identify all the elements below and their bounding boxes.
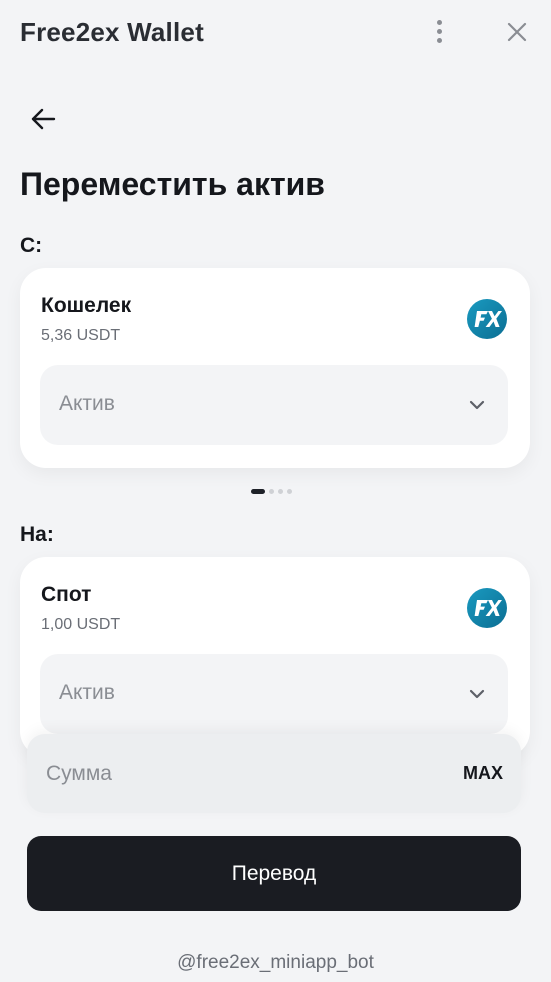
to-account-balance: 1,00 USDT bbox=[41, 616, 121, 633]
pager-dot-active[interactable] bbox=[251, 488, 265, 494]
amount-input[interactable] bbox=[46, 759, 426, 789]
close-icon[interactable] bbox=[503, 18, 531, 46]
to-asset-placeholder: Актив bbox=[59, 681, 115, 704]
page-title: Переместить актив bbox=[20, 166, 325, 202]
chevron-down-icon bbox=[469, 689, 485, 699]
from-account-name: Кошелек bbox=[41, 294, 132, 317]
carousel-pager bbox=[251, 488, 292, 494]
header-bar: Free2ex Wallet bbox=[0, 0, 551, 66]
pager-dot[interactable] bbox=[278, 488, 283, 494]
transfer-button[interactable]: Перевод bbox=[27, 836, 521, 911]
max-button[interactable]: MAX bbox=[463, 763, 503, 784]
from-label: С: bbox=[20, 234, 43, 257]
menu-dot bbox=[436, 19, 442, 25]
from-account-card[interactable]: Кошелек 5,36 USDT Актив bbox=[20, 268, 530, 468]
menu-dot bbox=[436, 37, 442, 43]
free2ex-logo-icon bbox=[467, 299, 507, 339]
from-account-balance: 5,36 USDT bbox=[41, 327, 121, 344]
arrow-left-icon[interactable] bbox=[24, 100, 62, 138]
from-asset-select[interactable]: Актив bbox=[40, 365, 508, 445]
to-asset-select[interactable]: Актив bbox=[40, 654, 508, 734]
app-title: Free2ex Wallet bbox=[20, 17, 204, 47]
transfer-button-label: Перевод bbox=[231, 861, 317, 885]
to-account-card[interactable]: Спот 1,00 USDT Актив bbox=[20, 557, 530, 757]
menu-dot bbox=[436, 28, 442, 34]
pager-dot[interactable] bbox=[287, 488, 292, 494]
more-vertical-icon[interactable] bbox=[426, 16, 452, 46]
amount-field: MAX bbox=[27, 734, 521, 813]
chevron-down-icon bbox=[469, 400, 485, 410]
to-label: На: bbox=[20, 523, 54, 546]
free2ex-logo-icon bbox=[467, 588, 507, 628]
bot-handle: @free2ex_miniapp_bot bbox=[177, 952, 374, 973]
pager-dot[interactable] bbox=[269, 488, 274, 494]
to-account-name: Спот bbox=[41, 583, 92, 606]
from-asset-placeholder: Актив bbox=[59, 392, 115, 415]
